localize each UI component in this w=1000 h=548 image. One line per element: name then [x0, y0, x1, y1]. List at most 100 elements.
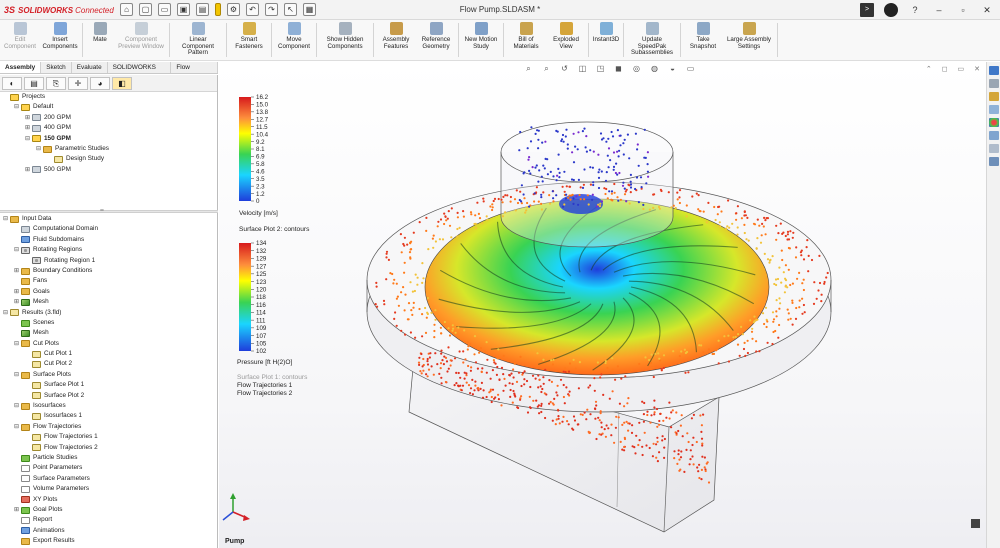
flow-simulation-tab-icon[interactable]: ◧ — [112, 77, 132, 90]
tree-node[interactable]: ⊞ 400 GPM — [0, 123, 217, 133]
tab-solidworks-add-ins[interactable]: SOLIDWORKS Add-Ins — [108, 62, 172, 83]
expand-toggle-icon[interactable]: ⊞ — [13, 266, 20, 276]
expand-toggle-icon[interactable]: ⊟ — [13, 422, 20, 432]
ribbon-button-update-speedpak-subassemblies[interactable]: Update SpeedPak Subassemblies — [626, 20, 678, 60]
panel-splitter[interactable] — [0, 207, 218, 213]
tree-node[interactable]: ⊞ 500 GPM — [0, 165, 217, 175]
help-icon[interactable]: ? — [908, 3, 922, 17]
ribbon-button-reference-geometry[interactable]: Reference Geometry — [416, 20, 456, 60]
configuration-manager-tab-icon[interactable]: ⎘ — [46, 77, 66, 90]
tree-node[interactable]: Rotating Region 1 — [0, 256, 218, 266]
appearances-icon[interactable] — [989, 118, 999, 127]
solidworks-logo[interactable]: 3S SOLIDWORKS Connected — [4, 4, 114, 16]
tab-evaluate[interactable]: Evaluate — [72, 62, 108, 73]
maximize-icon[interactable]: ▫ — [956, 3, 970, 17]
property-manager-tab-icon[interactable]: ▤ — [24, 77, 44, 90]
tree-node[interactable]: ⊞ Goals — [0, 287, 218, 297]
tree-node[interactable]: Flow Trajectories 2 — [0, 443, 218, 453]
expand-toggle-icon[interactable]: ⊞ — [13, 297, 20, 307]
tree-node[interactable]: ⊞ Mesh — [0, 297, 218, 307]
design-library-icon[interactable] — [989, 79, 999, 88]
tree-node[interactable]: Surface Parameters — [0, 474, 218, 484]
flow-results-icon[interactable] — [989, 157, 999, 166]
tab-flow-simulation[interactable]: Flow Simulation — [171, 62, 218, 83]
tree-node[interactable]: Projects — [0, 92, 217, 102]
custom-properties-icon[interactable] — [989, 131, 999, 140]
tree-node[interactable]: Cut Plot 1 — [0, 349, 218, 359]
minimize-icon[interactable]: – — [932, 3, 946, 17]
tree-node[interactable]: ⊟ Rotating Regions — [0, 245, 218, 255]
dimxpert-tab-icon[interactable]: ✛ — [68, 77, 88, 90]
tree-node[interactable]: ⊟ Isosurfaces — [0, 401, 218, 411]
tree-node[interactable]: ⊞ 200 GPM — [0, 113, 217, 123]
tree-node[interactable]: Computational Domain — [0, 224, 218, 234]
tree-node[interactable]: Design Study — [0, 154, 217, 164]
tree-node[interactable]: Fans — [0, 276, 218, 286]
expand-toggle-icon[interactable]: ⊟ — [24, 134, 31, 144]
ribbon-button-large-assembly-settings[interactable]: Large Assembly Settings — [723, 20, 775, 60]
forum-icon[interactable] — [989, 144, 999, 153]
tree-node[interactable]: Cut Plot 2 — [0, 359, 218, 369]
pump-model[interactable] — [366, 121, 832, 533]
ribbon-button-linear-component-pattern[interactable]: Linear Component Pattern — [172, 20, 224, 60]
ribbon-button-mate[interactable]: Mate — [85, 20, 115, 60]
print-icon[interactable]: ▤ — [196, 3, 209, 16]
expand-toggle-icon[interactable]: ⊞ — [13, 287, 20, 297]
ribbon-button-smart-fasteners[interactable]: Smart Fasteners — [229, 20, 269, 60]
tree-node[interactable]: Surface Plot 2 — [0, 391, 218, 401]
tree-node[interactable]: Volume Parameters — [0, 484, 218, 494]
tree-node[interactable]: ⊟ Flow Trajectories — [0, 422, 218, 432]
tree-node[interactable]: Surface Plot 1 — [0, 380, 218, 390]
tab-assembly[interactable]: Assembly — [0, 62, 42, 73]
ribbon-button-take-snapshot[interactable]: Take Snapshot — [683, 20, 723, 60]
tree-node[interactable]: Animations — [0, 526, 218, 536]
display-manager-tab-icon[interactable]: ◕ — [90, 77, 110, 90]
expand-toggle-icon[interactable]: ⊟ — [2, 214, 9, 224]
tree-node[interactable]: Report — [0, 515, 218, 525]
ribbon-button-move-component[interactable]: Move Component — [274, 20, 314, 60]
expand-toggle-icon[interactable]: ⊟ — [13, 401, 20, 411]
traffic-light-icon[interactable] — [215, 3, 221, 16]
ribbon-button-instant3d[interactable]: Instant3D — [591, 20, 621, 60]
ribbon-button-component-preview-window[interactable]: Component Preview Window — [115, 20, 167, 60]
options-gear-icon[interactable]: ⚙ — [227, 3, 240, 16]
tree-node[interactable]: XY Plots — [0, 495, 218, 505]
expand-toggle-icon[interactable]: ⊟ — [2, 308, 9, 318]
ribbon-button-assembly-features[interactable]: Assembly Features — [376, 20, 416, 60]
pump-simulation-render[interactable]: 16.215.013.812.711.510.49.28.16.95.84.63… — [219, 62, 986, 548]
ribbon-button-show-hidden-components[interactable]: Show Hidden Components — [319, 20, 371, 60]
tree-node[interactable]: ⊟ Input Data — [0, 214, 218, 224]
file-explorer-icon[interactable] — [989, 92, 999, 101]
home-icon[interactable]: ⌂ — [120, 3, 133, 16]
tree-node[interactable]: ⊟ Default — [0, 102, 217, 112]
expand-toggle-icon[interactable]: ⊞ — [24, 123, 31, 133]
tree-node[interactable]: Fluid Subdomains — [0, 235, 218, 245]
terminal-icon[interactable]: > — [860, 3, 874, 17]
tree-node[interactable]: Isosurfaces 1 — [0, 411, 218, 421]
undo-icon[interactable]: ↶ — [246, 3, 259, 16]
tab-sketch[interactable]: Sketch — [41, 62, 72, 73]
tree-node[interactable]: Export Results — [0, 536, 218, 546]
expand-toggle-icon[interactable]: ⊞ — [24, 113, 31, 123]
view-palette-icon[interactable] — [989, 105, 999, 114]
ribbon-button-new-motion-study[interactable]: New Motion Study — [461, 20, 501, 60]
tree-node[interactable]: ⊟ Surface Plots — [0, 370, 218, 380]
tree-node[interactable]: Particle Studies — [0, 453, 218, 463]
close-icon[interactable]: ✕ — [980, 3, 994, 17]
redo-icon[interactable]: ↷ — [265, 3, 278, 16]
tree-node[interactable]: Scenes — [0, 318, 218, 328]
tree-node[interactable]: ⊟ Parametric Studies — [0, 144, 217, 154]
expand-toggle-icon[interactable]: ⊟ — [13, 339, 20, 349]
expand-toggle-icon[interactable]: ⊞ — [13, 505, 20, 515]
ribbon-button-edit-component[interactable]: Edit Component — [0, 20, 40, 60]
expand-toggle-icon[interactable]: ⊟ — [35, 144, 42, 154]
viewport-resize-handle[interactable] — [971, 519, 980, 528]
feature-manager-tab-icon[interactable]: ◐ — [2, 77, 22, 90]
rebuild-icon[interactable]: ▦ — [303, 3, 316, 16]
solidworks-resources-icon[interactable] — [989, 66, 999, 75]
save-icon[interactable]: ▣ — [177, 3, 190, 16]
tree-node[interactable]: ⊞ Boundary Conditions — [0, 266, 218, 276]
tree-node[interactable]: ⊟ Cut Plots — [0, 339, 218, 349]
expand-toggle-icon[interactable]: ⊞ — [24, 165, 31, 175]
expand-toggle-icon[interactable]: ⊟ — [13, 102, 20, 112]
